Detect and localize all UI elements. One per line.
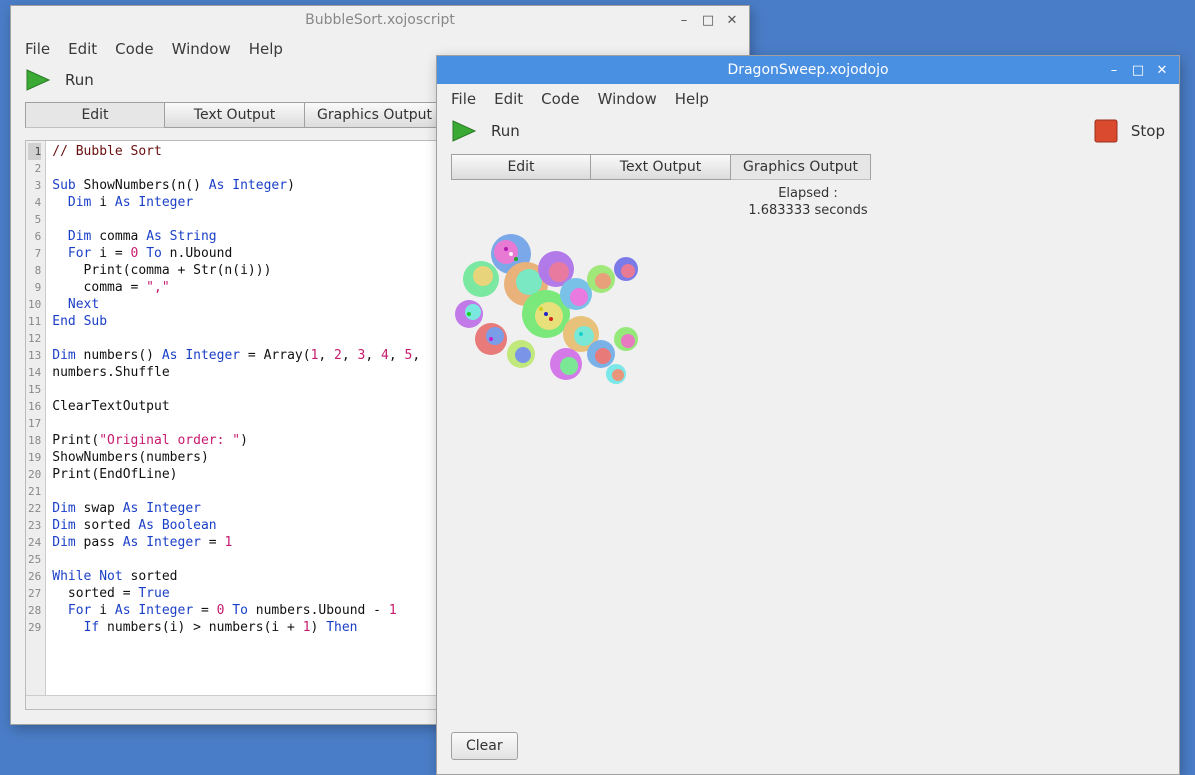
window-dragonsweep: DragonSweep.xojodojo – □ ✕ File Edit Cod…: [436, 55, 1180, 775]
run-button[interactable]: Run: [25, 68, 94, 92]
tab-edit[interactable]: Edit: [25, 102, 165, 128]
titlebar[interactable]: BubbleSort.xojoscript – □ ✕: [11, 6, 749, 34]
menubar: File Edit Code Window Help: [437, 84, 1179, 116]
tab-text-output[interactable]: Text Output: [165, 102, 305, 128]
tab-graphics-output[interactable]: Graphics Output: [305, 102, 445, 128]
maximize-button[interactable]: □: [697, 10, 719, 30]
run-button[interactable]: Run: [451, 119, 520, 143]
elapsed-label: Elapsed :: [451, 186, 1165, 203]
fractal-drawing: [451, 224, 681, 424]
toolbar: Run Stop: [437, 116, 1179, 154]
titlebar[interactable]: DragonSweep.xojodojo – □ ✕: [437, 56, 1179, 84]
run-label: Run: [65, 71, 94, 89]
menu-file[interactable]: File: [451, 90, 476, 108]
stop-label: Stop: [1131, 122, 1165, 140]
graphics-output-panel: Elapsed : 1.683333 seconds: [437, 180, 1179, 724]
tab-edit[interactable]: Edit: [451, 154, 591, 180]
tabbar: Edit Text Output Graphics Output: [437, 154, 1179, 180]
elapsed-status: Elapsed : 1.683333 seconds: [451, 186, 1165, 220]
stop-button[interactable]: Stop: [1093, 118, 1165, 144]
window-title: DragonSweep.xojodojo: [727, 62, 888, 78]
clear-button[interactable]: Clear: [451, 732, 518, 760]
play-icon: [25, 68, 53, 92]
menu-help[interactable]: Help: [249, 40, 283, 58]
minimize-button[interactable]: –: [1103, 60, 1125, 80]
elapsed-value: 1.683333 seconds: [451, 203, 1165, 220]
run-label: Run: [491, 122, 520, 140]
menu-edit[interactable]: Edit: [68, 40, 97, 58]
tab-graphics-output[interactable]: Graphics Output: [731, 154, 871, 180]
menu-help[interactable]: Help: [675, 90, 709, 108]
menu-window[interactable]: Window: [172, 40, 231, 58]
menu-window[interactable]: Window: [598, 90, 657, 108]
minimize-button[interactable]: –: [673, 10, 695, 30]
menu-code[interactable]: Code: [541, 90, 579, 108]
menu-file[interactable]: File: [25, 40, 50, 58]
play-icon: [451, 119, 479, 143]
close-button[interactable]: ✕: [721, 10, 743, 30]
window-title: BubbleSort.xojoscript: [305, 12, 455, 28]
close-button[interactable]: ✕: [1151, 60, 1173, 80]
maximize-button[interactable]: □: [1127, 60, 1149, 80]
bottom-bar: Clear: [437, 724, 1179, 774]
tab-text-output[interactable]: Text Output: [591, 154, 731, 180]
menu-code[interactable]: Code: [115, 40, 153, 58]
menu-edit[interactable]: Edit: [494, 90, 523, 108]
line-gutter: 1234567891011121314151617181920212223242…: [26, 141, 46, 709]
stop-icon: [1093, 118, 1119, 144]
